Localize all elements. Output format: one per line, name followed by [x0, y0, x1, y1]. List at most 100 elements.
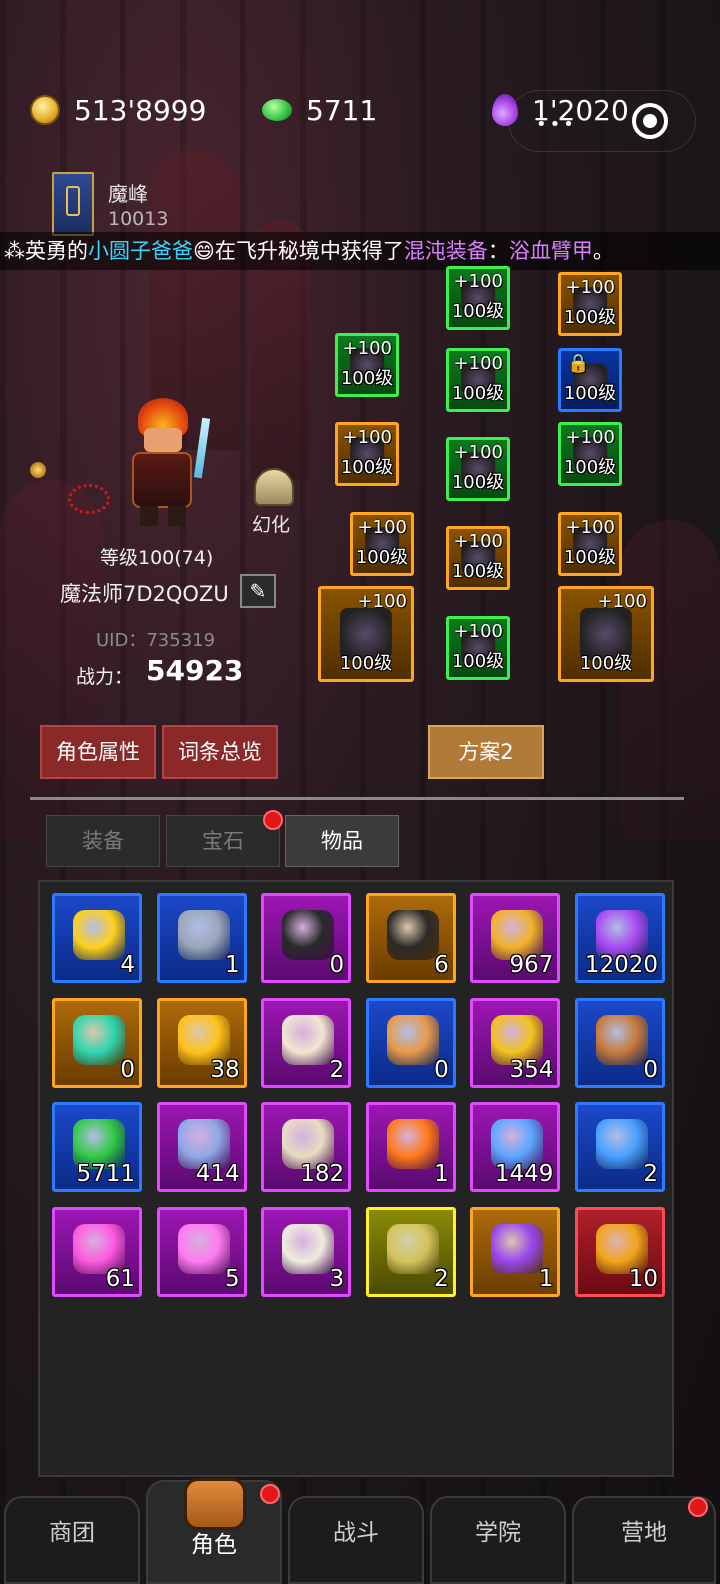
edit-name-button[interactable]: ✎: [240, 574, 276, 608]
enhance-level: +100: [453, 353, 503, 374]
attributes-button[interactable]: 角色属性: [40, 725, 156, 779]
inventory-item[interactable]: 1449: [470, 1102, 561, 1192]
equipment-slot[interactable]: +100 100级: [558, 512, 622, 576]
dagger-icon: [193, 417, 211, 479]
equipment-slot[interactable]: +100 100级: [446, 526, 510, 590]
guild-banner-icon[interactable]: [52, 172, 94, 236]
equipment-slot[interactable]: +100 100级: [318, 586, 414, 682]
equipment-level: 100级: [451, 301, 505, 322]
equipment-level: 100级: [579, 653, 633, 674]
equipment-slot[interactable]: +100 100级: [558, 272, 622, 336]
equipment-slot[interactable]: +100 100级: [350, 512, 414, 576]
item-count: 414: [195, 1161, 240, 1187]
item-count: 38: [210, 1056, 240, 1083]
backpack-icon: [184, 1478, 246, 1530]
blue-key-icon: [596, 1119, 648, 1169]
more-icon[interactable]: •••: [536, 114, 577, 135]
equipment-slot[interactable]: +100 100级: [446, 437, 510, 501]
inventory-item[interactable]: 0: [261, 893, 352, 983]
swirl-portal-icon: [73, 1014, 125, 1065]
item-count: 2: [329, 1056, 345, 1083]
item-count: 10: [628, 1265, 658, 1292]
equipment-slot[interactable]: +100 100级: [335, 333, 399, 397]
helmet-icon[interactable]: [254, 468, 294, 506]
inventory-item[interactable]: 2: [575, 1102, 665, 1192]
item-count: 61: [105, 1265, 135, 1292]
item-count: 0: [329, 952, 345, 978]
divider: [30, 797, 684, 800]
ticket-icon: [73, 910, 125, 960]
inventory-item[interactable]: 4: [52, 893, 142, 983]
inventory-item[interactable]: 10: [575, 1206, 665, 1297]
equipment-slot[interactable]: +100 100级: [558, 586, 654, 682]
tab-items[interactable]: 物品: [285, 815, 399, 867]
hero-sprite[interactable]: [68, 398, 220, 528]
item-count: 0: [434, 1056, 449, 1083]
gold-counter: 513'8999: [30, 88, 206, 132]
equipment-slot[interactable]: +100 100级: [446, 348, 510, 412]
nav-guild[interactable]: 商团: [4, 1496, 140, 1584]
inventory-item[interactable]: 2: [261, 997, 352, 1088]
equipment-level: 100级: [339, 653, 393, 674]
fire-icon: [386, 1119, 439, 1169]
inventory-item[interactable]: 182: [261, 1102, 352, 1192]
enhance-level: +100: [453, 271, 503, 292]
inventory-item[interactable]: 1: [156, 893, 247, 983]
character-uid: UID：735319: [96, 630, 216, 651]
inventory-item[interactable]: 1: [365, 1102, 456, 1192]
equipment-slot[interactable]: +100 100级: [558, 422, 622, 486]
sparkle-icon: [177, 1223, 230, 1274]
inventory-item[interactable]: 3: [261, 1206, 352, 1297]
equipment-slot[interactable]: +100 100级: [446, 266, 510, 330]
close-mini-program-icon[interactable]: [632, 103, 668, 139]
equipment-level: 100级: [451, 383, 505, 404]
equipment-level: 100级: [340, 368, 394, 389]
inventory-item[interactable]: 0: [365, 997, 456, 1088]
enhance-level: +100: [342, 338, 392, 359]
inventory-item[interactable]: 0: [575, 997, 665, 1088]
rainbow-egg-icon: [491, 1223, 544, 1274]
inventory-item[interactable]: 5711: [52, 1102, 142, 1192]
transform-label[interactable]: 幻化: [252, 510, 290, 537]
purple-rune-stone-icon: [282, 910, 335, 960]
item-count: 354: [509, 1056, 554, 1083]
equipment-slot[interactable]: 🔒 100级: [558, 348, 622, 412]
equipment-slot[interactable]: +100 100级: [446, 616, 510, 680]
glow-orb-icon: [30, 462, 46, 478]
inventory-item[interactable]: 354: [470, 997, 561, 1088]
entries-overview-button[interactable]: 词条总览: [162, 725, 278, 779]
equipment-slot[interactable]: +100 100级: [335, 422, 399, 486]
inventory-item[interactable]: 414: [156, 1102, 247, 1192]
orange-rune-stone-icon: [386, 910, 439, 960]
inventory-item[interactable]: 5: [156, 1206, 247, 1297]
item-count: 5711: [76, 1161, 135, 1187]
banner-end: 。: [592, 239, 614, 263]
enhance-level: +100: [342, 427, 392, 448]
inventory-item[interactable]: 61: [52, 1206, 142, 1297]
inventory-item[interactable]: 6: [365, 893, 456, 983]
item-count: 0: [643, 1056, 658, 1083]
inventory-item[interactable]: 12020: [575, 893, 665, 983]
lock-icon: 🔒: [567, 353, 590, 374]
equipment-level: 100级: [451, 651, 505, 672]
megaphone-icon: ⁂: [4, 239, 25, 263]
inventory-item[interactable]: 2: [365, 1206, 456, 1297]
enhance-level: +100: [565, 517, 615, 538]
pencil-icon: ✎: [249, 579, 267, 603]
equipment-level: 100级: [563, 307, 617, 328]
item-count: 1449: [494, 1161, 554, 1187]
equipment-level: 100级: [563, 547, 617, 568]
notification-dot: [263, 810, 283, 830]
nav-battle[interactable]: 战斗: [288, 1496, 424, 1584]
ore-icon: [177, 910, 230, 960]
inventory-item[interactable]: 38: [156, 997, 247, 1088]
character-name: 魔法师7D2QOZU: [60, 582, 229, 606]
inventory-item[interactable]: 967: [470, 893, 561, 983]
inventory-item[interactable]: 1: [470, 1206, 561, 1297]
essence-drop-icon: [492, 94, 518, 126]
plan-button[interactable]: 方案2: [428, 725, 544, 779]
tab-equipment[interactable]: 装备: [46, 815, 160, 867]
inventory-item[interactable]: 0: [52, 997, 142, 1088]
enhance-level: +100: [357, 591, 407, 612]
nav-academy[interactable]: 学院: [430, 1496, 566, 1584]
